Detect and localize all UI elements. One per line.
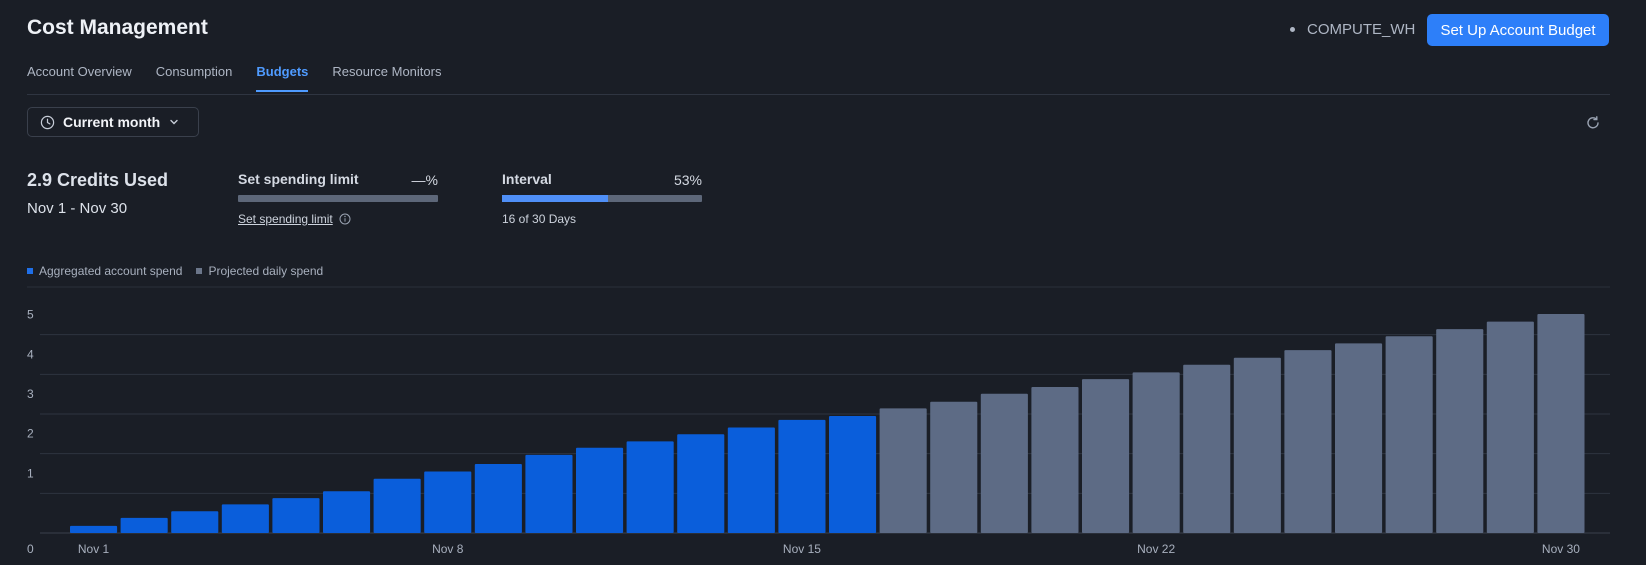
- bar-projected: [1284, 350, 1332, 533]
- status-dot: [1290, 27, 1295, 32]
- bar-actual: [221, 504, 269, 533]
- bar-projected: [879, 408, 927, 533]
- chart-legend: Aggregated account spend Projected daily…: [27, 264, 323, 278]
- x-tick-label: Nov 30: [1542, 542, 1580, 556]
- date-range: Nov 1 - Nov 30: [27, 200, 128, 217]
- interval-progress-fill: [502, 195, 608, 202]
- tab-consumption[interactable]: Consumption: [156, 64, 233, 92]
- y-tick-label: 5: [27, 308, 34, 322]
- spending-limit-label: Set spending limit: [238, 171, 359, 187]
- bar-actual: [677, 434, 725, 533]
- bar-actual: [474, 464, 522, 533]
- page-title: Cost Management: [27, 16, 208, 39]
- interval-label: Interval: [502, 171, 552, 187]
- tabs-divider: [27, 94, 1610, 95]
- legend-swatch-projected: [196, 268, 203, 274]
- legend-item-projected: Projected daily spend: [196, 264, 323, 278]
- bar-projected: [1486, 321, 1534, 533]
- bar-actual: [829, 416, 877, 533]
- legend-swatch-actual: [27, 268, 33, 274]
- bar-projected: [1537, 314, 1585, 533]
- bar-actual: [272, 498, 320, 533]
- interval-days: 16 of 30 Days: [502, 212, 577, 226]
- bar-projected: [1335, 343, 1383, 533]
- bar-projected: [1233, 357, 1281, 533]
- budget-bar-chart: 0 1 2 3 4 5 6 Nov 1 Nov 8 Nov 15 Nov 22 Nov 30: [27, 280, 1610, 556]
- bar-actual: [323, 491, 371, 533]
- y-tick-label: 0: [27, 542, 34, 556]
- bar-actual: [727, 427, 775, 533]
- bar-projected: [1436, 329, 1484, 533]
- bar-actual: [120, 517, 168, 533]
- chevron-down-icon: [170, 119, 178, 125]
- info-icon: [339, 213, 351, 225]
- clock-icon: [40, 115, 55, 129]
- bar-projected: [1183, 364, 1231, 533]
- bar-projected: [1385, 336, 1433, 533]
- bar-actual: [424, 471, 472, 533]
- bar-projected: [1132, 372, 1180, 533]
- refresh-icon[interactable]: [1584, 114, 1602, 132]
- bar-actual: [576, 447, 624, 533]
- bar-actual: [70, 525, 118, 533]
- y-tick-label: 3: [27, 387, 34, 401]
- legend-label-actual: Aggregated account spend: [39, 264, 183, 278]
- x-tick-label: Nov 15: [783, 542, 821, 556]
- set-spending-limit-link[interactable]: Set spending limit: [238, 212, 351, 226]
- period-label: Current month: [63, 114, 161, 130]
- y-tick-label: 4: [27, 347, 34, 361]
- bar-projected: [930, 401, 978, 533]
- bar-actual: [525, 454, 573, 533]
- x-tick-label: Nov 8: [432, 542, 464, 556]
- bar-actual: [373, 478, 421, 533]
- bar-projected: [980, 393, 1028, 533]
- bar-projected: [1031, 387, 1079, 533]
- bar-actual: [778, 419, 826, 533]
- warehouse-indicator[interactable]: COMPUTE_WH: [1290, 21, 1415, 38]
- x-tick-label: Nov 1: [78, 542, 110, 556]
- tab-bar: Account Overview Consumption Budgets Res…: [27, 64, 441, 92]
- set-spending-limit-link-label: Set spending limit: [238, 212, 333, 226]
- interval-value: 53%: [673, 172, 702, 188]
- bar-actual: [626, 441, 674, 533]
- warehouse-name: COMPUTE_WH: [1307, 21, 1416, 38]
- spending-limit-value: —%: [411, 172, 438, 188]
- legend-item-actual: Aggregated account spend: [27, 264, 182, 278]
- period-dropdown[interactable]: Current month: [27, 107, 199, 137]
- interval-progress: [502, 195, 702, 202]
- bar-actual: [171, 511, 219, 533]
- tab-account-overview[interactable]: Account Overview: [27, 64, 132, 92]
- spending-limit-progress: [238, 195, 438, 202]
- tab-budgets[interactable]: Budgets: [256, 64, 309, 92]
- set-up-account-budget-button[interactable]: Set Up Account Budget: [1427, 14, 1609, 46]
- x-tick-label: Nov 22: [1137, 542, 1175, 556]
- y-tick-label: 2: [27, 427, 34, 441]
- y-tick-label: 1: [27, 466, 34, 480]
- y-tick-label: 6: [27, 280, 34, 282]
- tab-resource-monitors[interactable]: Resource Monitors: [332, 64, 441, 92]
- bar-projected: [1082, 379, 1130, 533]
- legend-label-projected: Projected daily spend: [208, 264, 324, 278]
- credits-used: 2.9 Credits Used: [27, 170, 169, 190]
